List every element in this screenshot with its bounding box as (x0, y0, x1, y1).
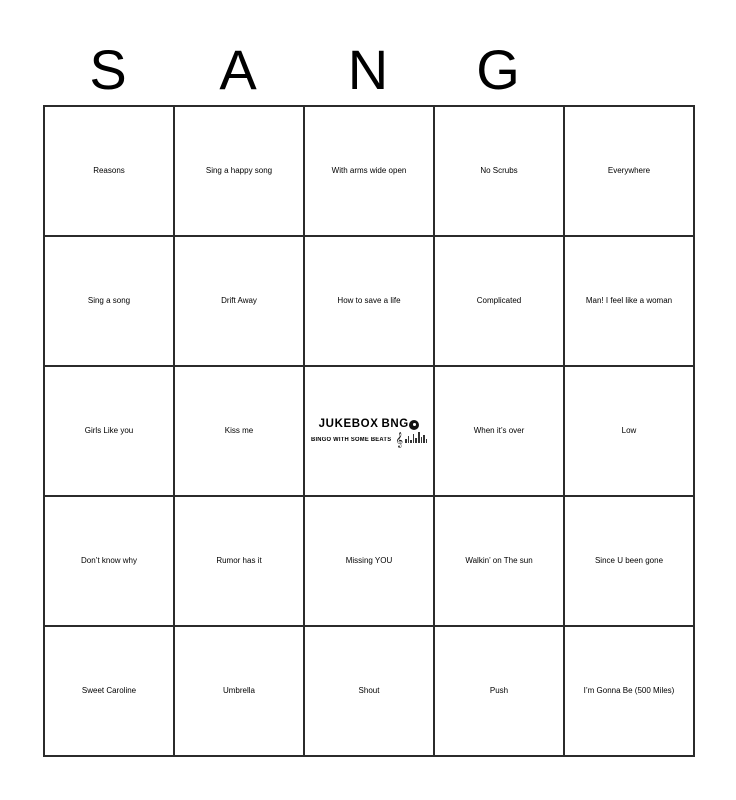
bingo-cell-label: Kiss me (224, 425, 254, 435)
bingo-cell-r5-c5[interactable]: I’m Gonna Be (500 Miles) (565, 627, 695, 757)
logo-tagline-row: BINGO WITH SOME BEATS 𝄞 (310, 432, 428, 448)
bingo-cell-r4-c5[interactable]: Since U been gone (565, 497, 695, 627)
bingo-cell-label: Complicated (476, 295, 522, 305)
bingo-cell-label: When it’s over (473, 425, 525, 435)
bingo-card: SANG Reasons Sing a happy song With arms w… (0, 0, 736, 800)
logo-wordmark: JUKEBOX B NG (318, 417, 420, 431)
bingo-cell-r2-c4[interactable]: Complicated (435, 237, 565, 367)
bingo-cell-r4-c2[interactable]: Rumor has it (175, 497, 305, 627)
bingo-cell-r3-c5[interactable]: Low (565, 367, 695, 497)
bingo-cell-label: How to save a life (337, 295, 401, 305)
bingo-cell-label: Missing YOU (345, 555, 393, 565)
bingo-cell-label: Reasons (93, 165, 125, 175)
bingo-cell-r2-c3[interactable]: How to save a life (305, 237, 435, 367)
bingo-cell-r1-c2[interactable]: Sing a happy song (175, 107, 305, 237)
logo-word-bingo-part2: NG (390, 417, 409, 430)
bingo-header-letter-3: N (347, 38, 389, 101)
bingo-cell-r3-c3[interactable]: JUKEBOX B NG BINGO WITH SOME BEATS 𝄞 (305, 367, 435, 497)
bingo-cell-label: Walkin’ on The sun (465, 555, 533, 565)
bingo-cell-r5-c2[interactable]: Umbrella (175, 627, 305, 757)
bingo-cell-label: Don’t know why (80, 555, 138, 565)
logo-tagline: BINGO WITH SOME BEATS (310, 437, 391, 444)
bingo-header-letter-2: A (219, 38, 257, 101)
bingo-cell-label: Sing a song (87, 295, 131, 305)
bingo-cell-label: Girls Like you (84, 425, 134, 435)
bingo-cell-label: Since U been gone (594, 555, 664, 565)
bingo-cell-label: Man! I feel like a woman (585, 295, 673, 305)
bingo-header-letter-1: S (89, 38, 127, 101)
bingo-cell-label: Umbrella (222, 685, 255, 695)
bingo-cell-label: Sing a happy song (205, 165, 273, 175)
bingo-cell-r2-c1[interactable]: Sing a song (45, 237, 175, 367)
bingo-cell-r1-c4[interactable]: No Scrubs (435, 107, 565, 237)
bingo-cell-r5-c3[interactable]: Shout (305, 627, 435, 757)
bingo-cell-label: Sweet Caroline (81, 685, 137, 695)
bingo-cell-r4-c1[interactable]: Don’t know why (45, 497, 175, 627)
bingo-cell-r3-c4[interactable]: When it’s over (435, 367, 565, 497)
bingo-header-letters: SANG (43, 38, 693, 105)
bingo-cell-r5-c1[interactable]: Sweet Caroline (45, 627, 175, 757)
bingo-cell-label: Rumor has it (216, 555, 262, 565)
bingo-cell-r2-c5[interactable]: Man! I feel like a woman (565, 237, 695, 367)
bingo-cell-label: Push (489, 685, 509, 695)
bingo-header-letter-5 (563, 38, 693, 105)
jukebox-bingo-logo: JUKEBOX B NG BINGO WITH SOME BEATS 𝄞 (308, 417, 430, 448)
bingo-cell-label: Shout (358, 685, 380, 695)
bingo-cell-r4-c4[interactable]: Walkin’ on The sun (435, 497, 565, 627)
bingo-cell-label: With arms wide open (331, 165, 407, 175)
bingo-cell-label: I’m Gonna Be (500 Miles) (583, 685, 675, 695)
bingo-cell-r4-c3[interactable]: Missing YOU (305, 497, 435, 627)
bingo-cell-label: Everywhere (607, 165, 651, 175)
bingo-cell-r2-c2[interactable]: Drift Away (175, 237, 305, 367)
bingo-cell-r5-c4[interactable]: Push (435, 627, 565, 757)
bingo-cell-label: Drift Away (221, 295, 257, 305)
bingo-header-letter-4: G (476, 38, 520, 101)
equalizer-bars-icon (405, 432, 428, 444)
treble-clef-icon: 𝄞 (395, 432, 404, 448)
logo-word-bingo-part1: B (381, 417, 391, 430)
bingo-cell-label: No Scrubs (480, 165, 518, 175)
vinyl-record-icon (409, 419, 420, 430)
bingo-cell-label: Low (621, 425, 637, 435)
bingo-cell-r1-c5[interactable]: Everywhere (565, 107, 695, 237)
logo-word-jukebox: JUKEBOX (318, 417, 379, 430)
bingo-cell-r3-c2[interactable]: Kiss me (175, 367, 305, 497)
bingo-cell-r3-c1[interactable]: Girls Like you (45, 367, 175, 497)
bingo-grid: Reasons Sing a happy song With arms wide o… (43, 105, 695, 757)
bingo-cell-r1-c1[interactable]: Reasons (45, 107, 175, 237)
bingo-cell-r1-c3[interactable]: With arms wide open (305, 107, 435, 237)
